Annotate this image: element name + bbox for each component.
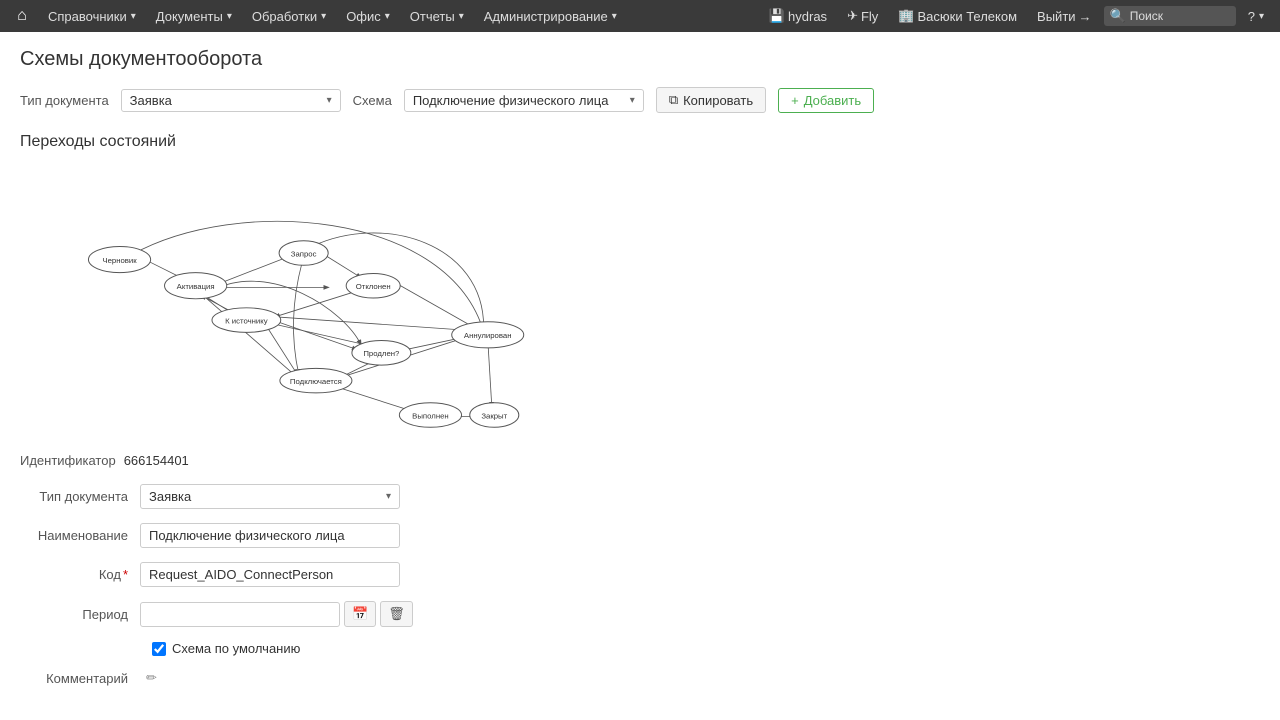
help-icon: ? [1248, 9, 1255, 24]
search-icon: 🔍 [1110, 8, 1126, 24]
code-input[interactable] [140, 562, 400, 587]
calendar-icon: 📅 [352, 606, 368, 621]
svg-text:Выполнен: Выполнен [412, 411, 449, 420]
doc-type-info-select[interactable]: Заявка ▾ [140, 484, 400, 509]
copy-button[interactable]: ⧉ Копировать [656, 87, 766, 113]
edit-icon[interactable]: ✏ [146, 670, 157, 686]
home-button[interactable]: ⌂ [8, 2, 36, 30]
code-label: Код [20, 567, 140, 582]
transitions-title: Переходы состояний [20, 133, 1260, 151]
company-icon: 🏢 [898, 8, 914, 24]
name-label: Наименование [20, 528, 140, 543]
doc-type-label: Тип документа [20, 93, 109, 108]
default-schema-row: Схема по умолчанию [152, 641, 1260, 656]
state-graph: Черновик Активация Запрос Отклонен К ист… [20, 163, 620, 433]
svg-text:Закрыт: Закрыт [481, 411, 507, 420]
identifier-value: 666154401 [124, 453, 189, 468]
nav-company[interactable]: 🏢 Васюки Телеком [890, 8, 1025, 24]
svg-text:Черновик: Черновик [102, 256, 137, 265]
svg-text:Активация: Активация [177, 282, 215, 291]
doc-type-select[interactable]: Заявка ▾ [121, 89, 341, 112]
svg-text:Подключается: Подключается [290, 377, 342, 386]
nav-logout[interactable]: Выйти → [1029, 9, 1100, 24]
nav-hydras[interactable]: 💾 hydras [761, 8, 835, 24]
default-schema-checkbox-label[interactable]: Схема по умолчанию [152, 641, 300, 656]
nav-item-reports[interactable]: Отчеты ▾ [402, 0, 472, 32]
chevron-down-icon: ▾ [327, 95, 332, 106]
nav-item-admin[interactable]: Администрирование ▾ [476, 0, 625, 32]
doc-type-info-label: Тип документа [20, 489, 140, 504]
period-label: Период [20, 607, 140, 622]
chevron-down-icon: ▾ [321, 11, 326, 22]
add-button[interactable]: + Добавить [778, 88, 874, 113]
chevron-down-icon: ▾ [227, 11, 232, 22]
nav-help[interactable]: ? ▾ [1240, 9, 1272, 24]
svg-text:Запрос: Запрос [291, 249, 317, 258]
svg-text:Отклонен: Отклонен [356, 282, 391, 291]
nav-item-office[interactable]: Офис ▾ [338, 0, 398, 32]
nav-item-processing[interactable]: Обработки ▾ [244, 0, 334, 32]
comment-row: Комментарий ✏ [20, 670, 1260, 686]
svg-text:Аннулирован: Аннулирован [464, 331, 512, 340]
schema-label: Схема [353, 93, 392, 108]
logout-icon: → [1079, 9, 1092, 24]
disk-icon: 💾 [769, 8, 785, 24]
info-section: Идентификатор 666154401 Тип документа За… [20, 453, 1260, 686]
nav-item-references[interactable]: Справочники ▾ [40, 0, 144, 32]
period-input[interactable] [140, 602, 340, 627]
info-code-row: Код [20, 562, 1260, 587]
copy-icon: ⧉ [669, 92, 678, 108]
toolbar-row: Тип документа Заявка ▾ Схема Подключение… [20, 87, 1260, 113]
nav-fly[interactable]: ✈ Fly [839, 8, 886, 24]
chevron-down-icon: ▾ [1259, 11, 1264, 22]
trash-icon: 🗑 [388, 606, 405, 621]
default-schema-checkbox[interactable] [152, 642, 166, 656]
chevron-down-icon: ▾ [630, 95, 635, 106]
chevron-down-icon: ▾ [131, 11, 136, 22]
calendar-button[interactable]: 📅 [344, 601, 376, 627]
chevron-down-icon: ▾ [459, 11, 464, 22]
search-input[interactable] [1130, 9, 1230, 23]
chevron-down-icon: ▾ [612, 11, 617, 22]
identifier-row: Идентификатор 666154401 [20, 453, 1260, 468]
clear-period-button[interactable]: 🗑 [380, 601, 413, 627]
plus-icon: + [791, 93, 799, 108]
nav-item-documents[interactable]: Документы ▾ [148, 0, 240, 32]
chevron-down-icon: ▾ [386, 491, 391, 502]
info-doc-type-row: Тип документа Заявка ▾ [20, 484, 1260, 509]
schema-select[interactable]: Подключение физического лица ▾ [404, 89, 644, 112]
search-box[interactable]: 🔍 [1104, 6, 1236, 26]
svg-text:К источнику: К источнику [225, 316, 268, 325]
page-content: Схемы документооборота Тип документа Зая… [0, 32, 1280, 716]
chevron-down-icon: ▾ [385, 11, 390, 22]
plane-icon: ✈ [847, 8, 858, 24]
identifier-label: Идентификатор [20, 453, 116, 468]
info-period-row: Период 📅 🗑 [20, 601, 1260, 627]
page-title: Схемы документооборота [20, 48, 1260, 71]
info-name-row: Наименование [20, 523, 1260, 548]
period-field-group: 📅 🗑 [140, 601, 413, 627]
nav-right: 💾 hydras ✈ Fly 🏢 Васюки Телеком Выйти → … [761, 6, 1272, 26]
navbar: ⌂ Справочники ▾ Документы ▾ Обработки ▾ … [0, 0, 1280, 32]
comment-label: Комментарий [20, 671, 140, 686]
svg-text:Продлен?: Продлен? [363, 349, 400, 358]
name-input[interactable] [140, 523, 400, 548]
